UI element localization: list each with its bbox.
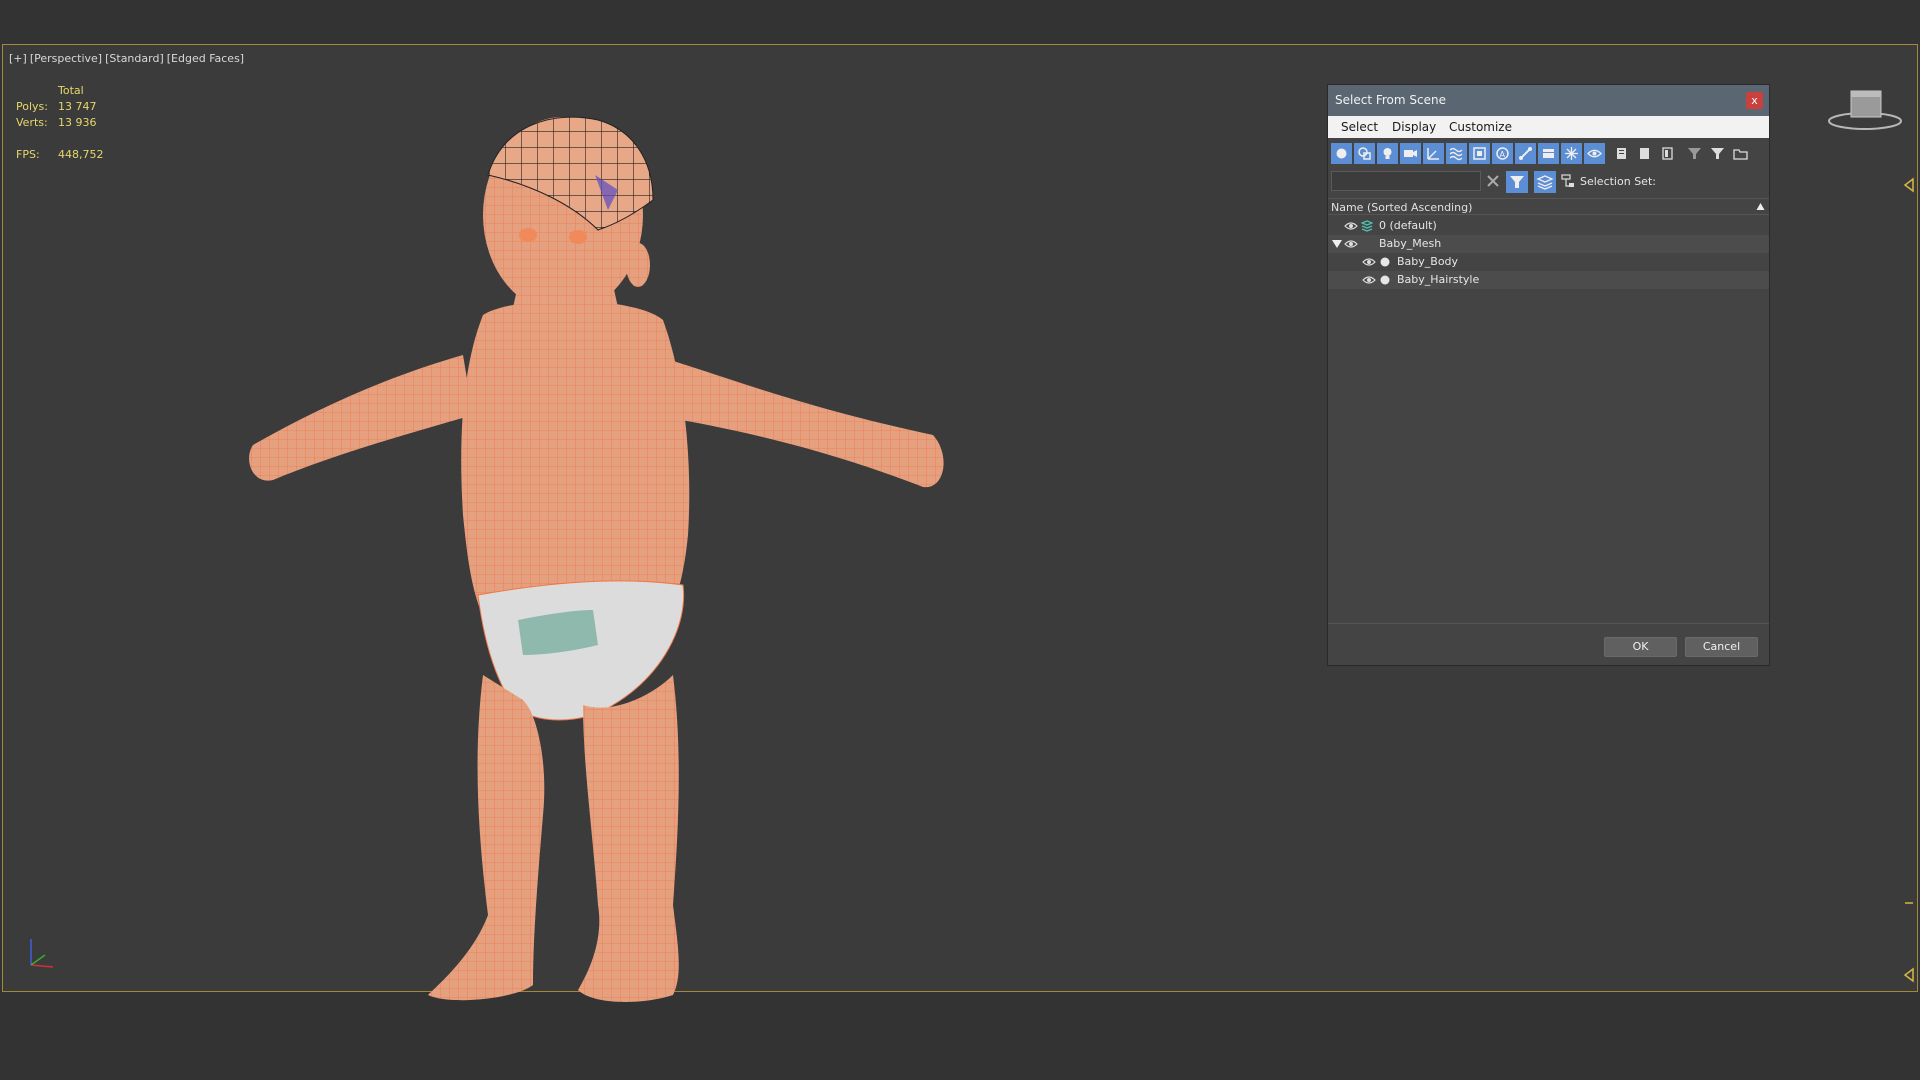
filter-clear-icon: [1688, 148, 1701, 159]
verts-value: 13 936: [58, 116, 97, 129]
snowflake-icon: [1565, 147, 1578, 160]
tree-item-name: 0 (default): [1379, 219, 1437, 232]
viewport-edge-markers: [1903, 177, 1914, 983]
display-none-icon: [1640, 148, 1649, 159]
baby-model-wireframe[interactable]: [233, 115, 953, 1025]
svg-text:A: A: [1500, 150, 1506, 159]
group-icon: [1473, 147, 1486, 160]
selection-set-label: Selection Set:: [1580, 175, 1656, 188]
bone-icon: [1519, 147, 1532, 160]
eye-icon[interactable]: [1362, 275, 1376, 285]
search-filter-row: Selection Set:: [1328, 169, 1769, 195]
fps-label: FPS:: [16, 148, 40, 161]
viewport-view-menu[interactable]: [Perspective]: [30, 52, 102, 65]
sort-by-layer-button[interactable]: [1534, 171, 1556, 193]
tree-row-baby-hairstyle[interactable]: Baby_Hairstyle: [1328, 271, 1769, 289]
axis-tripod-icon: [30, 939, 54, 968]
display-geometry-button[interactable]: [1331, 143, 1352, 164]
stats-total-header: Total: [58, 84, 84, 97]
menu-display[interactable]: Display: [1392, 120, 1436, 134]
search-input[interactable]: [1331, 171, 1481, 191]
folder-button[interactable]: [1730, 143, 1751, 164]
filter-button[interactable]: [1707, 143, 1728, 164]
display-all-button[interactable]: [1611, 143, 1632, 164]
remove-filter-button[interactable]: [1684, 143, 1705, 164]
folder-icon: [1733, 149, 1748, 160]
verts-label: Verts:: [16, 116, 48, 129]
tree-row-default-layer[interactable]: 0 (default): [1328, 217, 1769, 235]
name-column-label: Name (Sorted Ascending): [1331, 201, 1473, 214]
spacewarp-icon: [1449, 147, 1463, 161]
display-hidden-button[interactable]: [1584, 143, 1605, 164]
object-dot-icon: [1380, 257, 1390, 267]
object-type-toolbar: A: [1328, 142, 1769, 166]
xref-icon: A: [1496, 147, 1509, 160]
tree-row-baby-body[interactable]: Baby_Body: [1328, 253, 1769, 271]
display-cameras-button[interactable]: [1400, 143, 1421, 164]
shapes-icon: [1358, 147, 1371, 160]
display-bones-button[interactable]: [1515, 143, 1536, 164]
viewcube-icon[interactable]: [1825, 79, 1905, 139]
menu-customize[interactable]: Customize: [1449, 120, 1512, 134]
camera-icon: [1404, 150, 1417, 157]
tree-item-name: Baby_Mesh: [1379, 237, 1442, 250]
viewport-shading-menu[interactable]: [Edged Faces]: [167, 52, 244, 65]
layer-icon: [1361, 220, 1373, 232]
dialog-footer: OK Cancel: [1328, 623, 1769, 665]
display-helpers-button[interactable]: [1423, 143, 1444, 164]
close-icon: x: [1751, 94, 1758, 107]
dialog-menu-bar: Select Display Customize: [1328, 116, 1769, 138]
display-xrefs-button[interactable]: A: [1492, 143, 1513, 164]
name-column-header[interactable]: Name (Sorted Ascending): [1328, 198, 1769, 215]
geometry-icon: [1336, 148, 1347, 159]
polys-value: 13 747: [58, 100, 97, 113]
tree-item-name: Baby_Body: [1397, 255, 1459, 268]
select-from-scene-dialog: Select From Scene x Select Display Custo…: [1327, 84, 1770, 666]
tree-row-baby-mesh[interactable]: Baby_Mesh: [1328, 235, 1769, 253]
invert-display-icon: [1662, 147, 1673, 160]
filter-icon: [1510, 176, 1524, 188]
eye-icon[interactable]: [1362, 257, 1376, 267]
display-spacewarps-button[interactable]: [1446, 143, 1467, 164]
clear-search-icon[interactable]: [1484, 172, 1502, 190]
helper-icon: [1427, 148, 1439, 160]
menu-select[interactable]: Select: [1341, 120, 1378, 134]
object-dot-icon: [1380, 275, 1390, 285]
fps-value: 448,752: [58, 148, 104, 161]
dialog-title: Select From Scene: [1335, 93, 1446, 107]
selection-set-icon[interactable]: [1561, 174, 1575, 188]
eye-icon[interactable]: [1344, 221, 1358, 231]
container-icon: [1543, 149, 1554, 158]
cancel-button[interactable]: Cancel: [1685, 637, 1758, 657]
display-none-button[interactable]: [1634, 143, 1655, 164]
display-containers-button[interactable]: [1538, 143, 1559, 164]
viewport-standard-menu[interactable]: [Standard]: [105, 52, 164, 65]
sort-ascending-icon: [1756, 203, 1765, 210]
display-groups-button[interactable]: [1469, 143, 1490, 164]
display-frozen-button[interactable]: [1561, 143, 1582, 164]
layers-icon: [1536, 175, 1554, 190]
chevron-down-icon[interactable]: [1332, 240, 1342, 248]
ok-button[interactable]: OK: [1604, 637, 1677, 657]
dialog-title-bar[interactable]: Select From Scene x: [1328, 85, 1769, 116]
close-button[interactable]: x: [1746, 92, 1763, 109]
tree-item-name: Baby_Hairstyle: [1397, 273, 1480, 286]
polys-label: Polys:: [16, 100, 48, 113]
eye-icon[interactable]: [1344, 239, 1358, 249]
viewport-plus-menu[interactable]: [+]: [9, 52, 27, 65]
invert-display-button[interactable]: [1657, 143, 1678, 164]
find-filter-button[interactable]: [1506, 171, 1528, 193]
scene-tree: 0 (default) Baby_Mesh Baby_Body Baby_Hai…: [1328, 217, 1769, 289]
filter-icon: [1711, 148, 1724, 159]
eye-icon: [1587, 149, 1602, 158]
viewport-label-menu[interactable]: [+] [Perspective] [Standard] [Edged Faces]: [9, 52, 247, 65]
display-lights-button[interactable]: [1377, 143, 1398, 164]
display-all-icon: [1617, 148, 1626, 159]
display-shapes-button[interactable]: [1354, 143, 1375, 164]
light-bulb-icon: [1383, 148, 1392, 159]
